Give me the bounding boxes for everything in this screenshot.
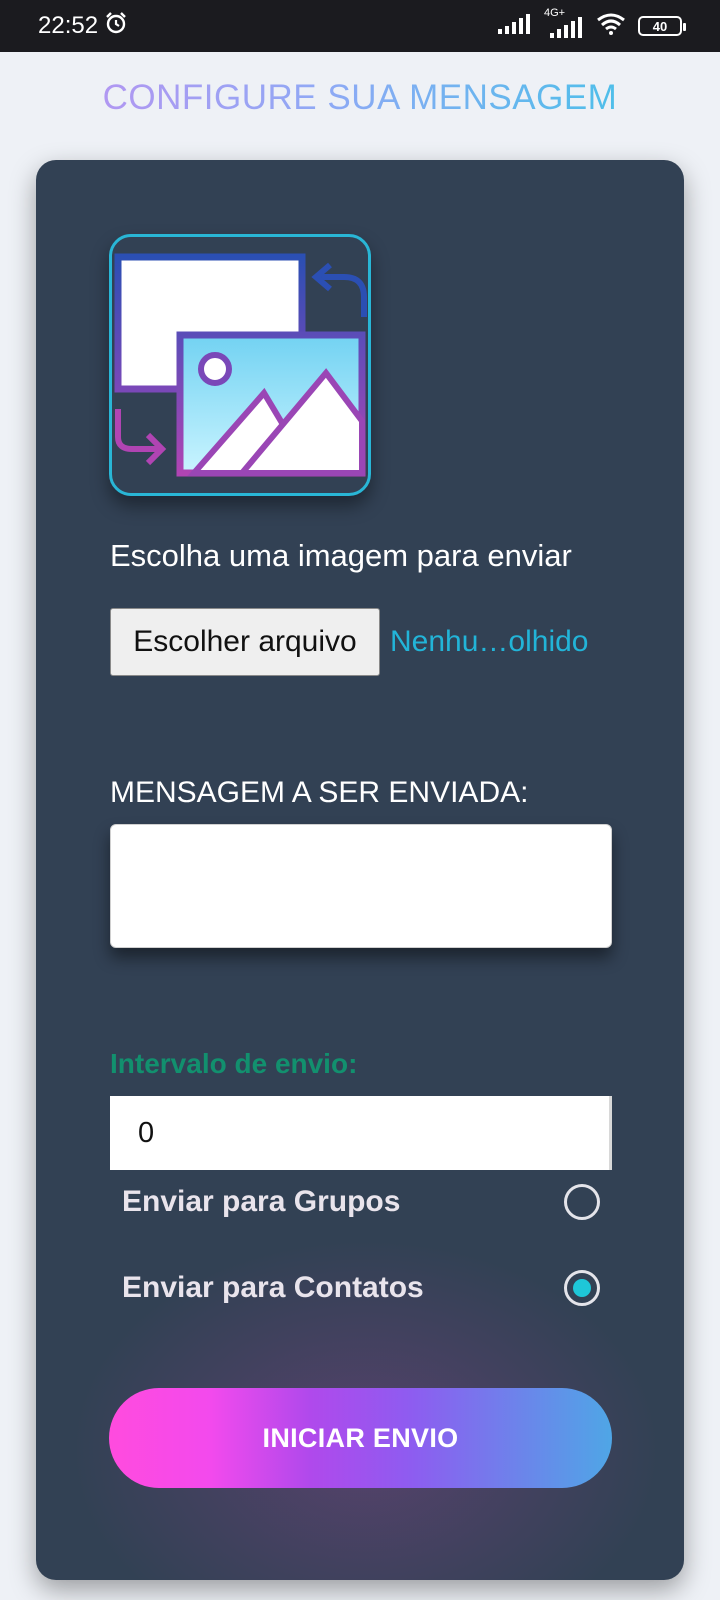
groups-radio[interactable]	[564, 1184, 600, 1220]
option-contacts-label: Enviar para Contatos	[122, 1271, 424, 1304]
contacts-radio[interactable]	[564, 1270, 600, 1306]
start-sending-button[interactable]: INICIAR ENVIO	[109, 1388, 612, 1488]
signal-icon	[498, 13, 532, 40]
interval-input[interactable]	[110, 1096, 612, 1170]
config-card: Escolha uma imagem para enviar Escolher …	[36, 160, 684, 1580]
choose-image-label: Escolha uma imagem para enviar	[110, 538, 572, 573]
battery-icon: 40	[638, 16, 686, 36]
status-time: 22:52	[38, 12, 99, 39]
image-swap-icon	[109, 234, 371, 496]
wifi-icon	[596, 13, 626, 40]
option-contacts[interactable]: Enviar para Contatos	[122, 1263, 600, 1313]
message-textarea[interactable]	[110, 824, 612, 948]
option-groups[interactable]: Enviar para Grupos	[122, 1177, 600, 1227]
message-label: MENSAGEM A SER ENVIADA:	[110, 776, 529, 809]
interval-label: Intervalo de envio:	[110, 1048, 358, 1079]
status-right: 4G+ 40	[498, 7, 686, 40]
battery-level: 40	[652, 18, 668, 34]
alarm-icon	[104, 11, 128, 42]
signal-4g-icon: 4G+	[544, 7, 584, 39]
status-bar: 22:52 4G+ 40	[0, 0, 720, 52]
file-status-text: Nenhu…olhido	[390, 625, 589, 658]
file-picker: Escolher arquivo Nenhu…olhido	[110, 608, 588, 676]
status-left: 22:52	[38, 11, 128, 42]
option-groups-label: Enviar para Grupos	[122, 1185, 401, 1218]
page-title: CONFIGURE SUA MENSAGEM	[0, 78, 720, 118]
choose-file-button[interactable]: Escolher arquivo	[110, 608, 380, 676]
